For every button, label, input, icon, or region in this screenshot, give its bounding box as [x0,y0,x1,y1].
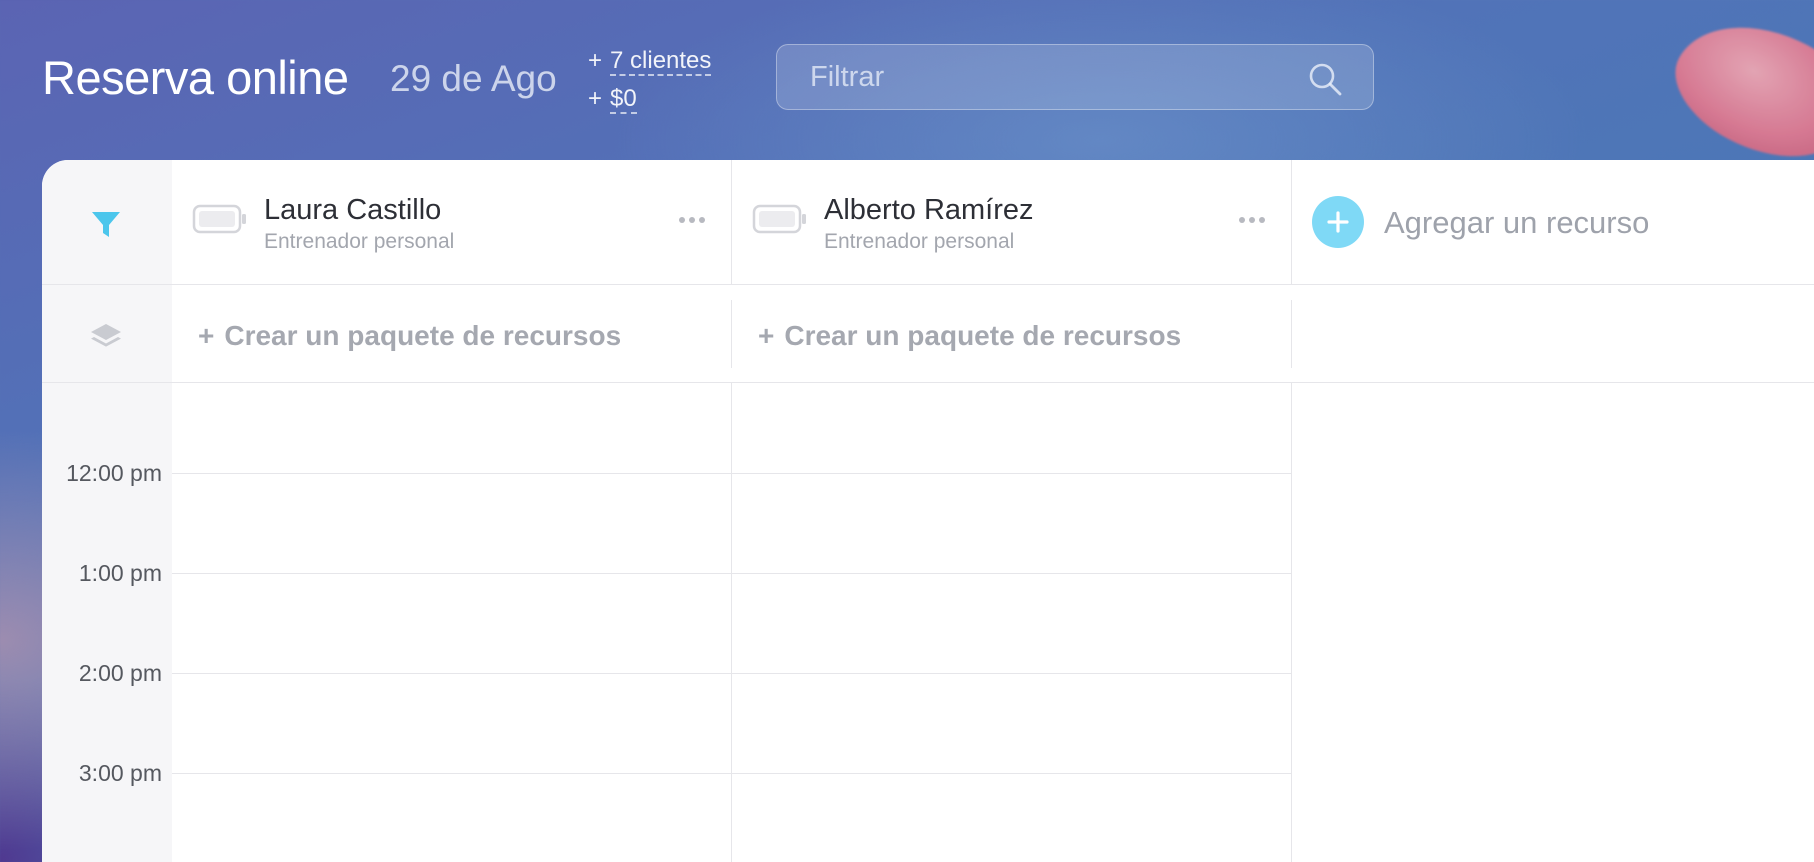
search-icon[interactable] [1307,61,1343,97]
revenue-stat[interactable]: + $0 [588,80,711,118]
create-package-label: Crear un paquete de recursos [224,320,622,351]
plus-sign: + [198,320,215,351]
resource-role: Entrenador personal [824,230,1015,253]
plus-sign: + [758,320,775,351]
create-package-label: Crear un paquete de recursos [784,320,1182,351]
resource-name: Laura Castillo [264,194,442,226]
clients-count[interactable]: 7 clientes [610,47,712,76]
divider [42,284,1814,285]
create-package-button[interactable]: + Crear un paquete de recursos [758,320,1181,352]
more-dots-icon[interactable] [677,208,707,232]
stat-prefix: + [588,85,603,112]
column-divider [731,300,732,368]
resource-name: Alberto Ramírez [824,194,1034,226]
page-title: Reserva online [42,51,349,104]
hour-line [172,773,1292,774]
column-divider [1291,383,1292,862]
time-label: 12:00 pm [66,460,162,486]
stat-prefix: + [588,47,603,74]
create-package-button[interactable]: + Crear un paquete de recursos [198,320,621,352]
plus-icon [1327,211,1349,233]
hour-line [172,473,1292,474]
battery-icon [752,204,806,234]
add-resource-label: Agregar un recurso [1384,205,1650,240]
more-dots-icon[interactable] [1237,208,1267,232]
clients-stat[interactable]: +7 clientes [588,42,712,80]
time-label: 3:00 pm [78,760,162,786]
filter-icon[interactable] [88,206,124,242]
resource-header[interactable]: Alberto Ramírez Entrenador personal [732,160,1291,284]
search-input[interactable] [777,45,1373,109]
time-column: 12:00 pm 1:00 pm 2:00 pm 3:00 pm [42,160,172,862]
summary-stats: +7 clientes + $0 [588,42,712,118]
layers-icon[interactable] [88,318,124,354]
hour-line [172,673,1292,674]
current-date[interactable]: 29 de Ago [390,58,557,100]
column-divider [731,383,732,862]
resource-header[interactable]: Laura Castillo Entrenador personal [172,160,731,284]
add-circle[interactable] [1312,196,1364,248]
revenue-amount[interactable]: $0 [610,85,637,114]
column-divider [1291,300,1292,368]
add-resource-button[interactable]: Agregar un recurso [1292,160,1792,284]
hour-line [172,573,1292,574]
schedule-panel: 12:00 pm 1:00 pm 2:00 pm 3:00 pm Laura C… [42,160,1814,862]
header: Reserva online 29 de Ago +7 clientes + $0 [0,0,1814,160]
divider [42,382,1814,383]
search-box[interactable] [776,44,1374,110]
time-label: 1:00 pm [78,560,162,586]
battery-icon [192,204,246,234]
time-label: 2:00 pm [78,660,162,686]
resource-role: Entrenador personal [264,230,455,253]
